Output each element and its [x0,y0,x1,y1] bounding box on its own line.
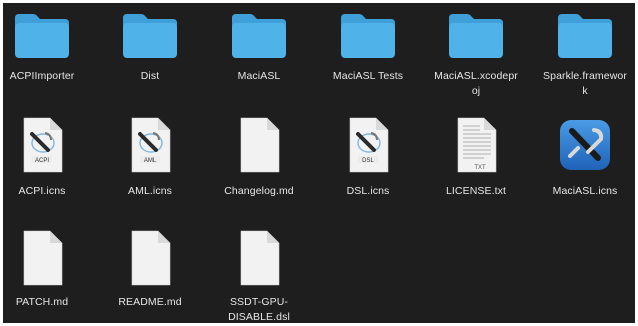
file-label-line-1: Sparkle.framewor [543,70,627,82]
file-label: ACPIImporter [9,70,75,82]
file-item-patch-md[interactable]: PATCH.md [0,229,94,310]
file-item-changelog-md[interactable]: Changelog.md [207,116,311,199]
badge-text: AML [144,158,157,164]
file-label: README.md [118,296,182,308]
icns-document-icon: DSL [349,117,389,173]
folder-icon [123,14,177,58]
file-label-line-2: k [582,85,588,97]
badge-text: TXT [474,165,486,171]
file-label-line-2: DISABLE.dsl [228,311,290,323]
blank-document-icon [240,117,280,173]
file-item-acpi-icns[interactable]: ACPI ACPI.icns [0,116,94,199]
folder-icon [449,14,503,58]
file-item-maciasl-tests[interactable]: MaciASL Tests [316,10,420,84]
blank-document-icon [131,230,171,286]
text-document-icon: TXT [457,117,497,173]
badge-text: DSL [362,158,374,164]
file-item-maciasl-icns[interactable]: MaciASL.icns [533,118,637,199]
maciasl-app-icon [560,120,610,170]
file-item-dist[interactable]: Dist [98,10,202,84]
file-label: PATCH.md [15,296,69,308]
file-label-line-1: SSDT-GPU- [229,296,289,308]
file-item-readme-md[interactable]: README.md [98,229,202,310]
file-item-aml-icns[interactable]: AML AML.icns [98,116,202,199]
file-label-line-2: oj [471,85,481,97]
file-label: MaciASL Tests [332,70,404,82]
icns-document-icon: ACPI [23,117,63,173]
file-label: ACPI.icns [18,185,66,197]
blank-document-icon [23,230,63,286]
finder-window: ACPIImporter Dist MaciASL MaciASL Tests … [3,3,635,323]
file-label: MaciASL.icns [552,185,618,197]
file-item-sparkle-framework[interactable]: Sparkle.framewor k [533,10,637,99]
folder-icon [341,14,395,58]
file-item-acpiimporter[interactable]: ACPIImporter [0,10,94,84]
file-label: Dist [140,70,160,82]
file-item-ssdt-gpu-disable-dsl[interactable]: SSDT-GPU- DISABLE.dsl [207,229,311,325]
badge-text: ACPI [35,158,49,164]
file-item-maciasl[interactable]: MaciASL [207,10,311,84]
file-item-license-txt[interactable]: TXT LICENSE.txt [424,116,528,199]
file-label: LICENSE.txt [445,185,507,197]
file-item-dsl-icns[interactable]: DSL DSL.icns [316,116,420,199]
folder-icon [232,14,286,58]
folder-icon [558,14,612,58]
file-label: AML.icns [128,185,172,197]
file-item-maciasl-xcodeproj[interactable]: MaciASL.xcodepr oj [424,10,528,99]
file-label: DSL.icns [346,185,390,197]
file-label: MaciASL [237,70,281,82]
folder-icon [15,14,69,58]
blank-document-icon [240,230,280,286]
file-label: Changelog.md [224,185,294,197]
file-label-line-1: MaciASL.xcodepr [434,70,518,82]
icns-document-icon: AML [131,117,171,173]
